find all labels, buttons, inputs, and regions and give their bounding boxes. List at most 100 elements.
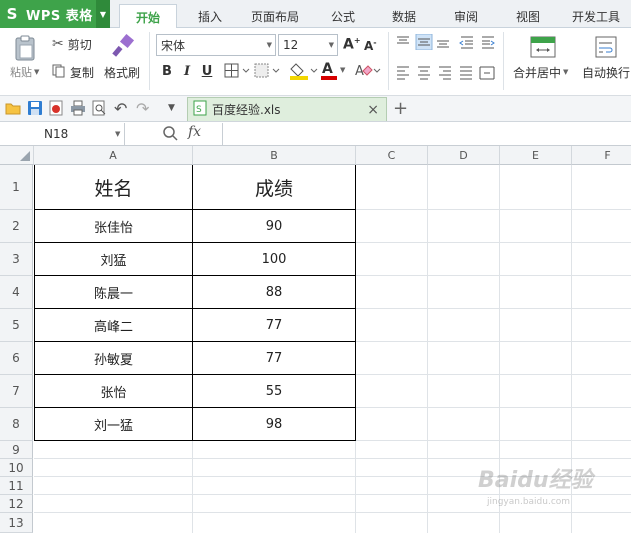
font-color-icon[interactable]: A ▼ [320, 61, 350, 81]
row-header[interactable]: 9 [0, 441, 33, 459]
app-dropdown-arrow-icon[interactable]: ▼ [96, 0, 110, 28]
table-cell[interactable]: 77 [193, 309, 355, 341]
paste-dropdown-icon[interactable]: ▼ [34, 68, 39, 76]
wrap-text-button[interactable]: 自动换行 [582, 64, 630, 80]
function-fx-icon[interactable]: fx [188, 124, 201, 140]
row-header[interactable]: 4 [0, 276, 33, 309]
export-pdf-icon[interactable] [48, 100, 64, 119]
row-header[interactable]: 10 [0, 459, 33, 477]
copy-button[interactable]: 复制 [52, 63, 94, 81]
row-header[interactable]: 1 [0, 165, 33, 210]
baidu-watermark: Baidu经验 [478, 468, 593, 493]
row-header[interactable]: 2 [0, 210, 33, 243]
svg-text:S: S [196, 105, 202, 115]
row-header[interactable]: 6 [0, 342, 33, 375]
tab-insert[interactable]: 插入 [188, 4, 232, 28]
font-size-value: 12 [283, 38, 299, 52]
table-cell[interactable]: 90 [193, 210, 355, 242]
cut-label: 剪切 [67, 37, 92, 52]
underline-button[interactable]: U [198, 62, 216, 80]
borders-icon[interactable] [224, 63, 252, 79]
column-header[interactable]: B [193, 146, 356, 165]
table-cell[interactable]: 100 [193, 243, 355, 275]
format-painter-button[interactable]: 格式刷 [104, 64, 140, 80]
open-folder-icon[interactable] [5, 101, 21, 118]
increase-font-icon[interactable]: A+ [343, 36, 361, 53]
table-cell[interactable]: 张佳怡 [35, 210, 192, 242]
wrap-text-icon[interactable] [595, 36, 617, 58]
row-header[interactable]: 8 [0, 408, 33, 441]
row-header[interactable]: 12 [0, 495, 33, 513]
row-header[interactable]: 5 [0, 309, 33, 342]
fill-color-icon[interactable] [289, 61, 319, 81]
clear-format-icon[interactable]: A [354, 61, 382, 81]
customize-qat-icon[interactable]: ▼ [168, 103, 175, 113]
new-tab-icon[interactable]: + [393, 98, 408, 119]
column-header[interactable]: D [428, 146, 500, 165]
table-header-cell[interactable]: 成绩 [193, 165, 355, 209]
tab-home[interactable]: 开始 [119, 4, 177, 29]
tab-data[interactable]: 数据 [382, 4, 426, 28]
table-cell[interactable]: 高峰二 [35, 309, 192, 341]
row-header[interactable]: 13 [0, 513, 33, 533]
row-header[interactable]: 11 [0, 477, 33, 495]
format-painter-label: 格式刷 [104, 65, 141, 80]
print-preview-icon[interactable] [91, 100, 107, 119]
font-name-value: 宋体 [161, 38, 186, 53]
table-cell[interactable]: 刘猛 [35, 243, 192, 275]
table-cell[interactable]: 77 [193, 342, 355, 374]
paste-button[interactable]: 粘贴 ▼ [10, 64, 39, 80]
tab-review[interactable]: 审阅 [444, 4, 488, 28]
formula-input[interactable] [222, 123, 631, 145]
copy-icon [52, 64, 66, 81]
grid-line [34, 458, 631, 459]
cut-button[interactable]: ✂ 剪切 [52, 35, 92, 53]
tab-page-layout[interactable]: 页面布局 [243, 4, 307, 28]
table-border [34, 440, 356, 441]
table-cell[interactable]: 张怡 [35, 375, 192, 407]
wps-logo-icon: S [6, 5, 18, 23]
column-header[interactable]: C [356, 146, 428, 165]
chevron-down-icon: ▼ [115, 130, 121, 138]
paste-icon[interactable] [10, 34, 40, 62]
column-header[interactable]: F [572, 146, 631, 165]
undo-icon[interactable]: ↶ [114, 99, 127, 118]
tab-view[interactable]: 视图 [506, 4, 550, 28]
bold-button[interactable]: B [158, 62, 176, 80]
close-tab-icon[interactable]: × [367, 102, 379, 118]
select-all-corner[interactable] [0, 146, 34, 165]
app-menu-button[interactable]: S WPS 表格 ▼ [0, 0, 110, 28]
group-divider [503, 32, 504, 90]
font-name-select[interactable]: 宋体 ▼ [156, 34, 276, 56]
table-header-cell[interactable]: 姓名 [35, 165, 192, 209]
tab-formulas[interactable]: 公式 [321, 4, 365, 28]
merge-center-icon[interactable] [530, 36, 556, 58]
table-cell[interactable]: 88 [193, 276, 355, 308]
table-cell[interactable]: 孙敏夏 [35, 342, 192, 374]
table-cell[interactable]: 55 [193, 375, 355, 407]
row-header[interactable]: 7 [0, 375, 33, 408]
tab-developer[interactable]: 开发工具 [565, 4, 627, 28]
grid-line [34, 494, 631, 495]
chevron-down-icon: ▼ [266, 41, 272, 49]
row-header[interactable]: 3 [0, 243, 33, 276]
format-painter-icon[interactable] [110, 33, 136, 59]
table-cell[interactable]: 98 [193, 408, 355, 440]
table-cell[interactable]: 刘一猛 [35, 408, 192, 440]
column-header[interactable]: E [500, 146, 572, 165]
document-tab[interactable]: S 百度经验.xls × [187, 97, 387, 121]
grid-line [34, 512, 631, 513]
zoom-search-icon[interactable] [162, 125, 178, 144]
name-box[interactable]: N18 ▼ [0, 123, 125, 145]
decrease-font-icon[interactable]: A- [364, 38, 377, 53]
table-cell[interactable]: 陈晨一 [35, 276, 192, 308]
font-size-select[interactable]: 12 ▼ [278, 34, 338, 56]
save-icon[interactable] [27, 100, 43, 119]
column-header[interactable]: A [34, 146, 193, 165]
print-icon[interactable] [70, 100, 86, 119]
fill-pattern-icon[interactable] [254, 63, 282, 79]
italic-button[interactable]: I [178, 62, 196, 80]
svg-text:A: A [355, 64, 364, 79]
merge-center-button[interactable]: 合并居中 ▼ [513, 64, 568, 80]
redo-icon[interactable]: ↷ [136, 99, 149, 118]
